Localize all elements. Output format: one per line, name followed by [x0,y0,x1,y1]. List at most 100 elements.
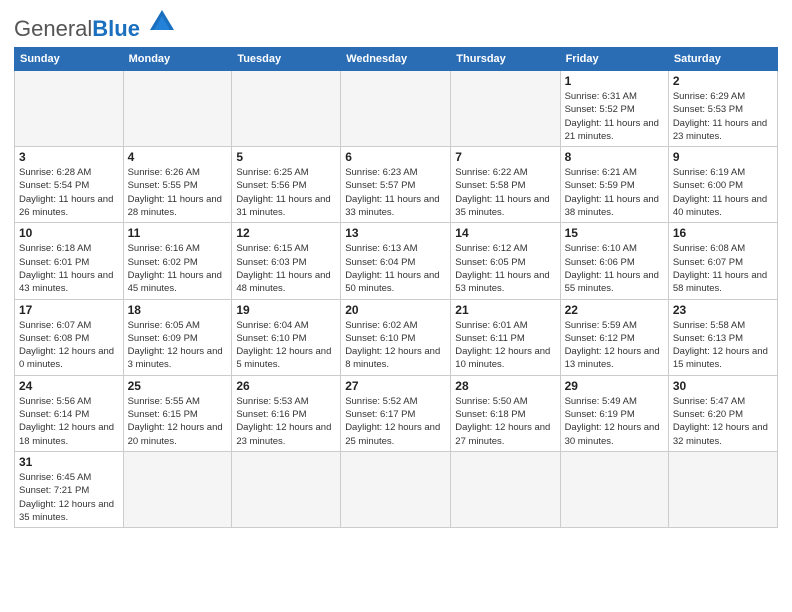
calendar-day-cell [232,71,341,147]
day-info: Sunrise: 6:18 AMSunset: 6:01 PMDaylight:… [19,242,119,295]
calendar-day-cell: 28 Sunrise: 5:50 AMSunset: 6:18 PMDayligh… [451,375,560,451]
calendar-week-row: 17Sunrise: 6:07 AMSunset: 6:08 PMDayligh… [15,299,778,375]
weekday-header: Sunday [15,48,124,71]
day-number: 23 [673,303,773,317]
weekday-header: Wednesday [341,48,451,71]
day-info: Sunrise: 5:55 AMSunset: 6:15 PMDaylight:… [128,395,228,448]
calendar-day-cell [232,451,341,527]
weekday-header-row: SundayMondayTuesdayWednesdayThursdayFrid… [15,48,778,71]
day-info: Sunrise: 6:22 AMSunset: 5:58 PMDaylight:… [455,166,555,219]
day-number: 14 [455,226,555,240]
calendar-day-cell: 6Sunrise: 6:23 AMSunset: 5:57 PMDaylight… [341,147,451,223]
weekday-header: Monday [123,48,232,71]
calendar-day-cell [123,451,232,527]
calendar-week-row: 31Sunrise: 6:45 AMSunset: 7:21 PMDayligh… [15,451,778,527]
day-number: 11 [128,226,228,240]
day-number: 22 [565,303,664,317]
day-number: 25 [128,379,228,393]
calendar-day-cell: 26Sunrise: 5:53 AMSunset: 6:16 PMDayligh… [232,375,341,451]
calendar-day-cell [451,451,560,527]
calendar-day-cell: 7 Sunrise: 6:22 AMSunset: 5:58 PMDaylight… [451,147,560,223]
calendar-day-cell: 31Sunrise: 6:45 AMSunset: 7:21 PMDayligh… [15,451,124,527]
day-info: Sunrise: 6:16 AMSunset: 6:02 PMDaylight:… [128,242,228,295]
day-number: 4 [128,150,228,164]
day-number: 6 [345,150,446,164]
calendar-week-row: 24 Sunrise: 5:56 AMSunset: 6:14 PMDayligh… [15,375,778,451]
day-info: Sunrise: 6:12 AMSunset: 6:05 PMDaylight:… [455,242,555,295]
calendar-day-cell [341,451,451,527]
day-number: 5 [236,150,336,164]
day-info: Sunrise: 6:28 AMSunset: 5:54 PMDaylight:… [19,166,119,219]
calendar-day-cell: 14 Sunrise: 6:12 AMSunset: 6:05 PMDayligh… [451,223,560,299]
day-info: Sunrise: 6:07 AMSunset: 6:08 PMDaylight:… [19,319,119,372]
day-number: 27 [345,379,446,393]
day-number: 19 [236,303,336,317]
weekday-header: Saturday [668,48,777,71]
logo: GeneralBlue [14,10,176,41]
calendar-day-cell: 4 Sunrise: 6:26 AMSunset: 5:55 PMDaylight… [123,147,232,223]
logo-icon [148,8,176,36]
calendar-day-cell [123,71,232,147]
day-number: 9 [673,150,773,164]
calendar-day-cell: 5Sunrise: 6:25 AMSunset: 5:56 PMDaylight… [232,147,341,223]
calendar-day-cell: 29Sunrise: 5:49 AMSunset: 6:19 PMDayligh… [560,375,668,451]
day-number: 28 [455,379,555,393]
day-info: Sunrise: 6:05 AMSunset: 6:09 PMDaylight:… [128,319,228,372]
calendar-day-cell: 23 Sunrise: 5:58 AMSunset: 6:13 PMDayligh… [668,299,777,375]
day-info: Sunrise: 5:56 AMSunset: 6:14 PMDaylight:… [19,395,119,448]
day-info: Sunrise: 5:50 AMSunset: 6:18 PMDaylight:… [455,395,555,448]
day-number: 3 [19,150,119,164]
calendar-day-cell: 15 Sunrise: 6:10 AMSunset: 6:06 PMDayligh… [560,223,668,299]
calendar-day-cell: 17Sunrise: 6:07 AMSunset: 6:08 PMDayligh… [15,299,124,375]
day-info: Sunrise: 5:59 AMSunset: 6:12 PMDaylight:… [565,319,664,372]
day-info: Sunrise: 6:19 AMSunset: 6:00 PMDaylight:… [673,166,773,219]
calendar-day-cell: 30Sunrise: 5:47 AMSunset: 6:20 PMDayligh… [668,375,777,451]
day-number: 1 [565,74,664,88]
calendar-day-cell: 27 Sunrise: 5:52 AMSunset: 6:17 PMDayligh… [341,375,451,451]
header: GeneralBlue [14,10,778,41]
calendar-day-cell: 19 Sunrise: 6:04 AMSunset: 6:10 PMDayligh… [232,299,341,375]
day-number: 13 [345,226,446,240]
weekday-header: Friday [560,48,668,71]
calendar-day-cell: 12Sunrise: 6:15 AMSunset: 6:03 PMDayligh… [232,223,341,299]
day-info: Sunrise: 6:04 AMSunset: 6:10 PMDaylight:… [236,319,336,372]
day-number: 16 [673,226,773,240]
day-info: Sunrise: 6:01 AMSunset: 6:11 PMDaylight:… [455,319,555,372]
day-number: 15 [565,226,664,240]
calendar-day-cell: 24 Sunrise: 5:56 AMSunset: 6:14 PMDayligh… [15,375,124,451]
day-number: 24 [19,379,119,393]
logo-blue: Blue [92,16,140,41]
day-number: 2 [673,74,773,88]
calendar-day-cell: 21 Sunrise: 6:01 AMSunset: 6:11 PMDayligh… [451,299,560,375]
calendar-day-cell [15,71,124,147]
day-info: Sunrise: 6:26 AMSunset: 5:55 PMDaylight:… [128,166,228,219]
day-number: 10 [19,226,119,240]
logo-text: GeneralBlue [14,16,146,41]
day-number: 20 [345,303,446,317]
calendar-day-cell: 9 Sunrise: 6:19 AMSunset: 6:00 PMDaylight… [668,147,777,223]
calendar-day-cell: 8 Sunrise: 6:21 AMSunset: 5:59 PMDaylight… [560,147,668,223]
calendar-week-row: 10 Sunrise: 6:18 AMSunset: 6:01 PMDayligh… [15,223,778,299]
calendar-day-cell [668,451,777,527]
day-info: Sunrise: 6:31 AMSunset: 5:52 PMDaylight:… [565,90,664,143]
day-number: 30 [673,379,773,393]
day-number: 21 [455,303,555,317]
calendar-week-row: 3 Sunrise: 6:28 AMSunset: 5:54 PMDaylight… [15,147,778,223]
day-info: Sunrise: 6:29 AMSunset: 5:53 PMDaylight:… [673,90,773,143]
calendar-day-cell [451,71,560,147]
day-number: 8 [565,150,664,164]
page: GeneralBlue SundayMondayTuesdayWednesday… [0,0,792,612]
day-info: Sunrise: 6:13 AMSunset: 6:04 PMDaylight:… [345,242,446,295]
day-info: Sunrise: 6:10 AMSunset: 6:06 PMDaylight:… [565,242,664,295]
day-info: Sunrise: 5:58 AMSunset: 6:13 PMDaylight:… [673,319,773,372]
calendar-day-cell: 13 Sunrise: 6:13 AMSunset: 6:04 PMDayligh… [341,223,451,299]
day-number: 12 [236,226,336,240]
day-number: 7 [455,150,555,164]
calendar-week-row: 1 Sunrise: 6:31 AMSunset: 5:52 PMDaylight… [15,71,778,147]
day-info: Sunrise: 6:21 AMSunset: 5:59 PMDaylight:… [565,166,664,219]
calendar-day-cell: 10 Sunrise: 6:18 AMSunset: 6:01 PMDayligh… [15,223,124,299]
day-info: Sunrise: 6:02 AMSunset: 6:10 PMDaylight:… [345,319,446,372]
day-info: Sunrise: 6:45 AMSunset: 7:21 PMDaylight:… [19,471,119,524]
day-info: Sunrise: 5:53 AMSunset: 6:16 PMDaylight:… [236,395,336,448]
day-info: Sunrise: 5:52 AMSunset: 6:17 PMDaylight:… [345,395,446,448]
